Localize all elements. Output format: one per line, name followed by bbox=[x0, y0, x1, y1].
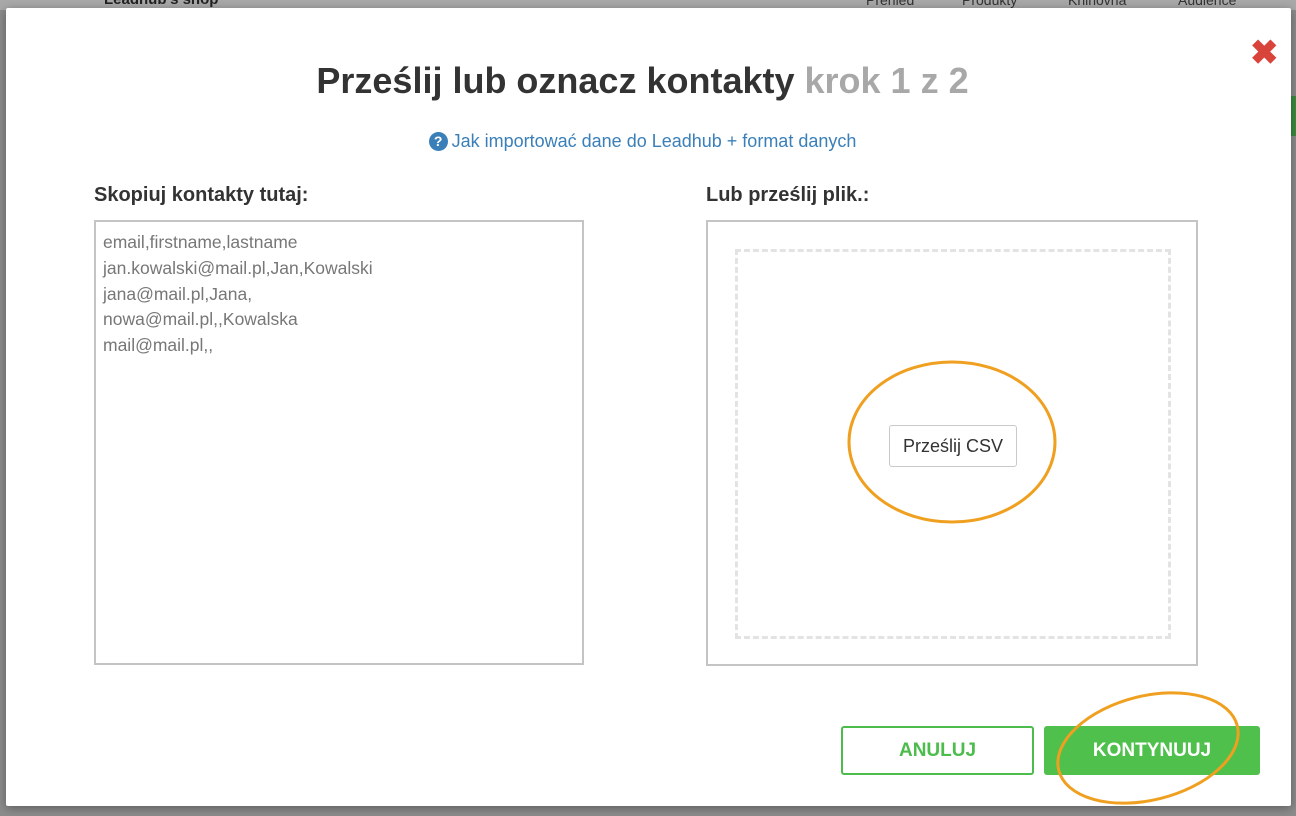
textarea-line: nowa@mail.pl,,Kowalska bbox=[103, 309, 298, 330]
continue-button[interactable]: KONTYNUUJ bbox=[1044, 726, 1260, 775]
textarea-line: jan.kowalski@mail.pl,Jan,Kowalski bbox=[103, 257, 373, 278]
paste-contacts-textarea[interactable]: email,firstname,lastname jan.kowalski@ma… bbox=[94, 220, 584, 665]
cancel-button[interactable]: ANULUJ bbox=[841, 726, 1034, 775]
background-brand: Leadhub's shop bbox=[104, 0, 218, 8]
background-nav-item: Knihovna bbox=[1068, 0, 1127, 8]
background-nav-item: Audience bbox=[1178, 0, 1237, 8]
paste-contacts-label: Skopiuj kontakty tutaj: bbox=[94, 184, 309, 206]
help-link-text[interactable]: Jak importować dane do Leadhub + format … bbox=[452, 131, 857, 151]
textarea-line: mail@mail.pl,, bbox=[103, 335, 214, 356]
upload-file-label: Lub prześlij plik.: bbox=[706, 184, 870, 206]
upload-csv-button[interactable]: Prześlij CSV bbox=[889, 425, 1017, 467]
background-nav-item: Produkty bbox=[962, 0, 1018, 8]
question-circle-icon: ? bbox=[428, 132, 448, 151]
import-contacts-modal: ✖ Prześlij lub oznacz kontakty krok 1 z … bbox=[6, 8, 1291, 806]
textarea-line: jana@mail.pl,Jana, bbox=[103, 283, 253, 304]
help-link[interactable]: ? Jak importować dane do Leadhub + format… bbox=[6, 131, 1279, 152]
modal-title: Prześlij lub oznacz kontakty krok 1 z 2 bbox=[6, 60, 1279, 102]
upload-panel: Prześlij CSV bbox=[706, 220, 1198, 666]
title-text: Prześlij lub oznacz kontakty bbox=[316, 60, 795, 101]
textarea-line: email,firstname,lastname bbox=[103, 232, 298, 252]
step-indicator: krok 1 z 2 bbox=[804, 60, 969, 101]
background-nav-item: Přehled bbox=[866, 0, 915, 8]
